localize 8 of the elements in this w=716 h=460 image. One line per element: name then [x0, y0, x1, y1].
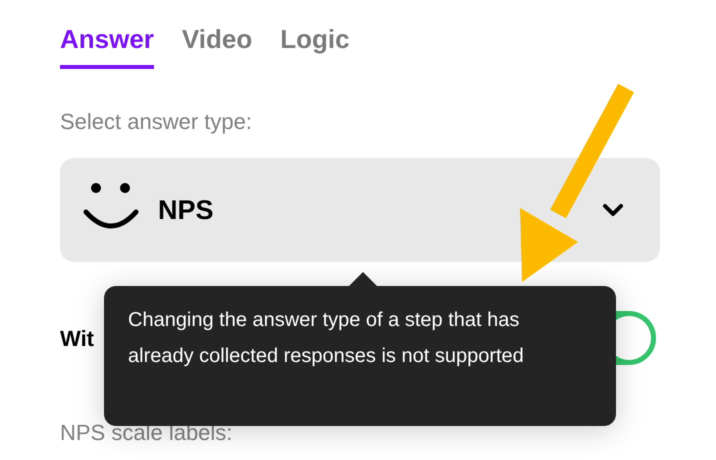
tab[interactable]: Video: [182, 20, 252, 69]
tab[interactable]: Answer: [60, 20, 154, 69]
toggle-label: Wit: [60, 324, 94, 352]
answer-type-dropdown[interactable]: NPS: [60, 158, 660, 262]
field-label: Select answer type:: [60, 108, 253, 136]
chevron-down-icon: [602, 203, 624, 217]
tooltip: Changing the answer type of a step that has already collected responses is not supported: [104, 286, 616, 426]
tab[interactable]: Logic: [280, 20, 350, 69]
